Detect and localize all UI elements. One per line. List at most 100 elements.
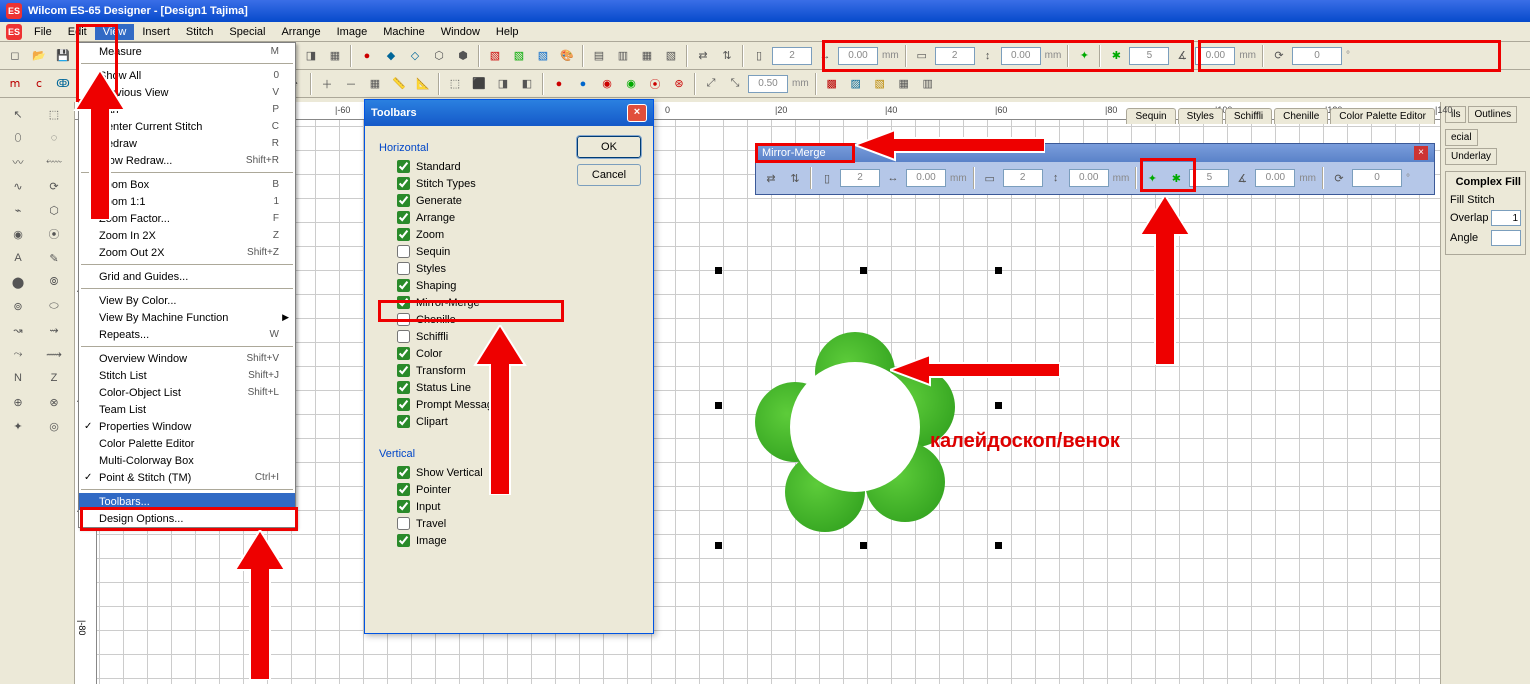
view-menu-item[interactable]: Point & Stitch (TM)Ctrl+I [79, 469, 295, 486]
checkbox[interactable] [397, 534, 410, 547]
spacing-icon[interactable]: ↕ [1045, 167, 1067, 189]
tool-icon[interactable]: ⬭ [36, 294, 72, 318]
stitch-icon[interactable]: ⅽ [28, 73, 50, 95]
tool-icon[interactable]: ◌ [36, 126, 72, 150]
toolbar-checkbox-row[interactable]: Prompt Message [379, 396, 639, 413]
view-menu-item[interactable]: Center Current StitchC [79, 118, 295, 135]
align-icon[interactable]: ▧ [660, 45, 682, 67]
view-menu-item[interactable]: Team List [79, 401, 295, 418]
cancel-button[interactable]: Cancel [577, 164, 641, 186]
checkbox[interactable] [397, 364, 410, 377]
checkbox[interactable] [397, 347, 410, 360]
checkbox[interactable] [397, 500, 410, 513]
tool-icon[interactable]: ↖ [0, 102, 36, 126]
pattern-icon[interactable]: ▦ [893, 73, 915, 95]
tool-icon[interactable]: ⦾ [36, 270, 72, 294]
menu-arrange[interactable]: Arrange [273, 24, 328, 40]
checkbox[interactable] [397, 313, 410, 326]
tool-icon[interactable]: ⇝ [36, 318, 72, 342]
menu-edit[interactable]: Edit [60, 24, 95, 40]
menu-view[interactable]: View [95, 24, 135, 40]
mirror-v-icon[interactable]: ⇅ [784, 167, 806, 189]
mirror-h-icon[interactable]: ⇄ [760, 167, 782, 189]
kaleidoscope-icon[interactable]: ✦ [1141, 167, 1163, 189]
view-menu-item[interactable]: Previous ViewV [79, 84, 295, 101]
checkbox[interactable] [397, 245, 410, 258]
wreath-space[interactable]: 0.00 [1195, 47, 1235, 65]
view-menu-item[interactable]: Zoom Factor...F [79, 210, 295, 227]
menu-file[interactable]: File [26, 24, 60, 40]
mirror-v-icon[interactable]: ⇅ [716, 45, 738, 67]
tool-icon[interactable]: N [0, 366, 36, 390]
menu-special[interactable]: Special [221, 24, 273, 40]
tool-icon[interactable]: ✦ [0, 414, 36, 438]
spacing-icon[interactable]: ↔ [882, 167, 904, 189]
view-menu-item[interactable]: Zoom BoxB [79, 176, 295, 193]
view-menu-item[interactable]: RedrawR [79, 135, 295, 152]
color-dot-icon[interactable]: ● [548, 73, 570, 95]
toolbar-checkbox-row[interactable]: Image [379, 532, 639, 549]
mm-wreath-count[interactable]: 5 [1189, 169, 1229, 187]
view-menu-item[interactable]: Zoom In 2XZ [79, 227, 295, 244]
color-dot-icon[interactable]: ⊛ [668, 73, 690, 95]
view-menu-item[interactable]: Multi-Colorway Box [79, 452, 295, 469]
tool-icon[interactable]: ⊚ [0, 294, 36, 318]
tool-icon[interactable]: ⦿ [36, 222, 72, 246]
shape-icon[interactable]: ⬡ [428, 45, 450, 67]
ruler-icon[interactable]: 📏 [388, 73, 410, 95]
close-icon[interactable]: × [1414, 146, 1428, 160]
toolbar-checkbox-row[interactable]: Mirror-Merge [379, 294, 639, 311]
cols-icon[interactable]: ▯ [748, 45, 770, 67]
tool-icon[interactable]: ⬯ [0, 126, 36, 150]
color-dot-icon[interactable]: ⦿ [644, 73, 666, 95]
angle-icon[interactable]: ∡ [1171, 45, 1193, 67]
tab-chenille[interactable]: Chenille [1274, 108, 1328, 124]
rows-icon[interactable]: ▭ [979, 167, 1001, 189]
toolbar-checkbox-row[interactable]: Show Vertical [379, 464, 639, 481]
arrange-icon[interactable]: ⬛ [468, 73, 490, 95]
tab-palette[interactable]: Color Palette Editor [1330, 108, 1435, 124]
view-menu-item[interactable]: Color Palette Editor [79, 435, 295, 452]
checkbox[interactable] [397, 211, 410, 224]
checkbox[interactable] [397, 466, 410, 479]
prop-overlap-input[interactable] [1491, 210, 1521, 226]
arrange-icon[interactable]: ⬚ [444, 73, 466, 95]
view-menu-item[interactable]: Design Options... [79, 510, 295, 527]
toolbar-checkbox-row[interactable]: Sequin [379, 243, 639, 260]
checkbox[interactable] [397, 483, 410, 496]
view-menu-item[interactable]: Stitch ListShift+J [79, 367, 295, 384]
tool-icon[interactable]: ◎ [36, 414, 72, 438]
ruler-icon[interactable]: 📐 [412, 73, 434, 95]
checkbox[interactable] [397, 177, 410, 190]
view-menu-item[interactable]: Slow Redraw...Shift+R [79, 152, 295, 169]
toolbar-checkbox-row[interactable]: Clipart [379, 413, 639, 430]
wreath-icon[interactable]: ✱ [1165, 167, 1187, 189]
cols-value[interactable]: 2 [772, 47, 812, 65]
toolbar-checkbox-row[interactable]: Color [379, 345, 639, 362]
checkbox[interactable] [397, 517, 410, 530]
toolbar-checkbox-row[interactable]: Pointer [379, 481, 639, 498]
tool-icon[interactable]: ⤳ [0, 342, 36, 366]
tool-icon[interactable]: ✎ [36, 246, 72, 270]
tool-icon[interactable]: ⬳ [36, 150, 72, 174]
tab-sequin[interactable]: Sequin [1126, 108, 1175, 124]
pattern-icon[interactable]: ▩ [821, 73, 843, 95]
checkbox[interactable] [397, 398, 410, 411]
prop-tab-outlines[interactable]: Outlines [1468, 106, 1517, 123]
menu-help[interactable]: Help [488, 24, 527, 40]
shape-icon[interactable]: ◆ [380, 45, 402, 67]
view-menu-item[interactable]: Overview WindowShift+V [79, 350, 295, 367]
tool-icon[interactable]: 〰 [0, 150, 36, 174]
new-icon[interactable]: ◻ [4, 45, 26, 67]
cols-icon[interactable]: ▯ [816, 167, 838, 189]
tool-icon[interactable]: ⌁ [0, 198, 36, 222]
view-menu-item[interactable]: Zoom 1:11 [79, 193, 295, 210]
view-menu-item[interactable]: Zoom Out 2XShift+Z [79, 244, 295, 261]
close-icon[interactable]: × [627, 104, 647, 122]
tool-icon[interactable]: A [0, 246, 36, 270]
tool-icon[interactable]: ⊕ [0, 390, 36, 414]
palette-icon[interactable]: 🎨 [556, 45, 578, 67]
menu-stitch[interactable]: Stitch [178, 24, 222, 40]
view-menu-item[interactable]: View By Machine Function▶ [79, 309, 295, 326]
mm-rowspace[interactable]: 0.00 [1069, 169, 1109, 187]
